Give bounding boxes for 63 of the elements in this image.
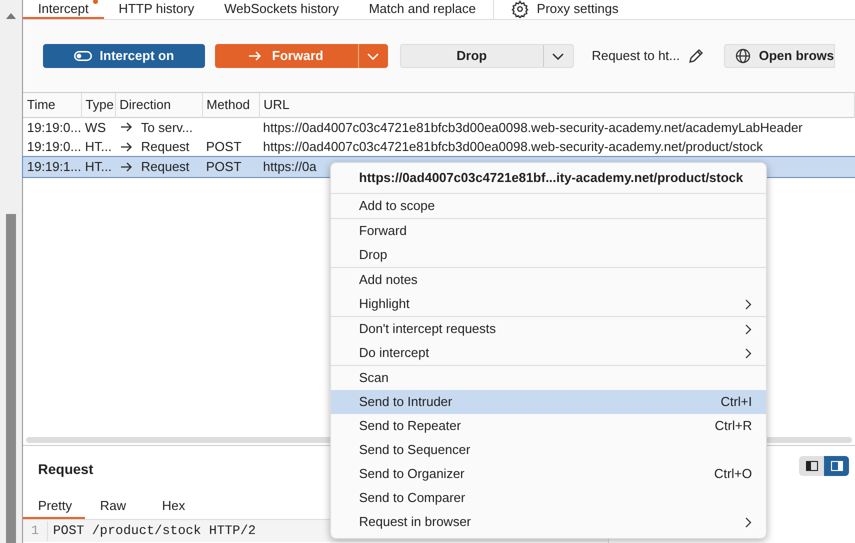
- proxy-tab[interactable]: WebSockets history: [209, 0, 354, 19]
- menu-item[interactable]: Send to Comparer: [331, 486, 766, 510]
- code-line: POST /product/stock HTTP/2: [52, 522, 256, 540]
- menu-title: https://0ad4007c03c4721e81bf...ity-academy.net/product/stock: [358, 169, 744, 188]
- menu-item[interactable]: Don't intercept requests: [331, 317, 766, 341]
- arrow-right-icon: [121, 122, 133, 132]
- menu-item[interactable]: Forward: [331, 219, 766, 243]
- menu-item[interactable]: Send to Intruder Ctrl+I: [331, 390, 766, 414]
- layout-toggle-button[interactable]: [824, 456, 849, 476]
- menu-item[interactable]: Send to Repeater Ctrl+R: [331, 414, 766, 438]
- menu-item[interactable]: Add notes: [331, 268, 766, 292]
- arrow-right-icon: [121, 142, 133, 152]
- table-cell: 19:19:1...: [27, 159, 81, 174]
- settings-icon: [510, 0, 529, 18]
- globe-icon: [734, 48, 751, 64]
- open-browser-button[interactable]: Open brows: [724, 44, 835, 68]
- toggle-icon: [74, 51, 92, 61]
- editor-tab[interactable]: Hex: [147, 496, 209, 519]
- table-cell: https://0ad4007c03c4721e81bfcb3d00ea0098.web-security-academy.net/product/stock: [263, 139, 763, 154]
- caret-icon: [552, 52, 564, 60]
- column-header[interactable]: Type: [81, 93, 115, 117]
- table-cell-text: Request: [141, 158, 190, 176]
- line-number: 1: [23, 521, 48, 541]
- edit-button[interactable]: [688, 48, 704, 64]
- panel-left-icon: [806, 461, 818, 471]
- table-cell: POST: [206, 139, 242, 154]
- column-header[interactable]: URL: [259, 93, 854, 117]
- proxy-tab[interactable]: HTTP history: [104, 0, 210, 19]
- table-cell: HT...: [85, 139, 112, 154]
- menu-item[interactable]: Highlight: [331, 292, 766, 316]
- table-cell: 19:19:0...: [27, 139, 81, 154]
- table-cell: 19:19:0...: [27, 120, 81, 134]
- table-cell: https://0a: [263, 159, 316, 174]
- scroll-up-icon[interactable]: [6, 12, 16, 19]
- caret-icon: [367, 52, 380, 60]
- proxy-settings-tab[interactable]: Proxy settings: [496, 0, 634, 19]
- arrow-right-icon: [249, 51, 262, 61]
- menu-item[interactable]: Drop: [331, 243, 766, 267]
- editor-tab[interactable]: Raw: [85, 496, 147, 519]
- pencil-icon: [688, 48, 704, 64]
- table-row[interactable]: 19:19:0... WS To serv... https://0ad4007c03c4721e81bfcb3d00ea0098.web-security-academy.net/academyLabHeader: [23, 117, 854, 137]
- menu-item[interactable]: Scan: [331, 366, 766, 390]
- menu-item[interactable]: Send to Organizer Ctrl+O: [331, 462, 766, 486]
- column-header[interactable]: Time: [23, 93, 81, 117]
- table-cell-text: To serv...: [141, 118, 193, 136]
- table-cell-text: Request: [141, 138, 190, 156]
- menu-item[interactable]: Add to scope: [331, 194, 766, 218]
- column-header[interactable]: Direction: [115, 93, 202, 117]
- arrow-right-icon: [121, 162, 133, 172]
- menu-item[interactable]: Request in browser: [331, 510, 766, 534]
- table-cell: WS: [85, 120, 106, 134]
- menu-item[interactable]: Do intercept: [331, 341, 766, 365]
- table-row[interactable]: 19:19:0... HT... Request POST https://0ad4007c03c4721e81bfcb3d00ea0098.web-security-academy.net/product/stock: [23, 137, 854, 157]
- table-cell: https://0ad4007c03c4721e81bfcb3d00ea0098.web-security-academy.net/academyLabHeader: [263, 120, 803, 134]
- intercept-toggle-button[interactable]: Intercept on: [43, 44, 205, 68]
- table-cell: POST: [206, 159, 242, 174]
- panel-right-icon: [830, 461, 842, 471]
- panel-title: Request: [38, 461, 94, 477]
- request-label: Request to ht...: [592, 47, 680, 66]
- table-cell: HT...: [85, 159, 112, 174]
- proxy-tab[interactable]: Match and replace: [354, 0, 491, 19]
- column-header[interactable]: Method: [202, 93, 259, 117]
- menu-item[interactable]: Send to Sequencer: [331, 438, 766, 462]
